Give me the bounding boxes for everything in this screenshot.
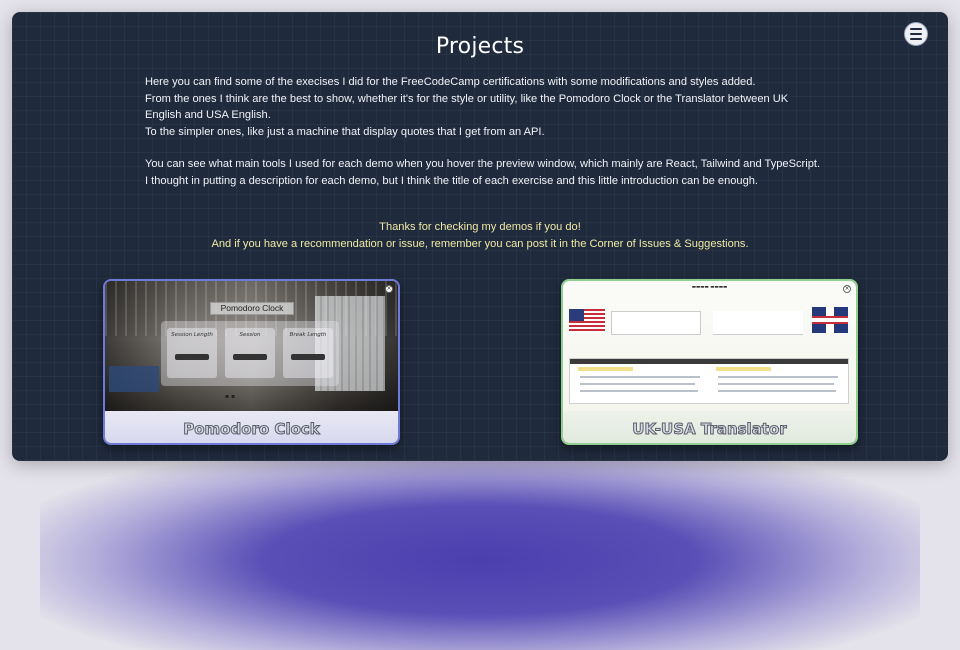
projects-panel: Projects Here you can find some of the e… xyxy=(12,12,948,461)
uk-flag-icon xyxy=(812,307,848,333)
project-card-uk-usa-translator[interactable]: ▬▬▬▬ ▬▬▬▬ × UK-USA Translator xyxy=(561,279,858,445)
intro-line: To the simpler ones, like just a machine… xyxy=(145,125,545,138)
intro-line: I thought in putting a description for e… xyxy=(145,174,759,187)
preview-title: Pomodoro Clock xyxy=(210,302,294,315)
thanks-line-2: And if you have a recommendation or issu… xyxy=(211,237,749,250)
intro-line: From the ones I think are the best to sh… xyxy=(145,92,789,122)
intro-text: Here you can find some of the execises I… xyxy=(145,74,825,189)
translator-preview-image: ▬▬▬▬ ▬▬▬▬ × xyxy=(563,281,856,411)
pomodoro-preview-image: Pomodoro Clock Session Length Session Br… xyxy=(105,281,398,411)
project-card-pomodoro-clock[interactable]: Pomodoro Clock Session Length Session Br… xyxy=(103,279,400,445)
usa-flag-icon xyxy=(569,309,605,333)
close-icon: × xyxy=(385,285,393,293)
page-title: Projects xyxy=(435,34,525,59)
intro-line: You can see what main tools I used for e… xyxy=(145,158,821,170)
close-icon: × xyxy=(843,285,851,293)
project-title: Pomodoro Clock xyxy=(105,411,398,443)
background-glow xyxy=(40,450,920,650)
intro-line: Here you can find some of the execises I… xyxy=(145,76,756,88)
thanks-note: Thanks for checking my demos if you do! … xyxy=(12,219,948,252)
thanks-line-1: Thanks for checking my demos if you do! xyxy=(379,221,581,233)
hamburger-menu-icon[interactable] xyxy=(904,22,928,46)
project-title: UK-USA Translator xyxy=(563,411,856,443)
